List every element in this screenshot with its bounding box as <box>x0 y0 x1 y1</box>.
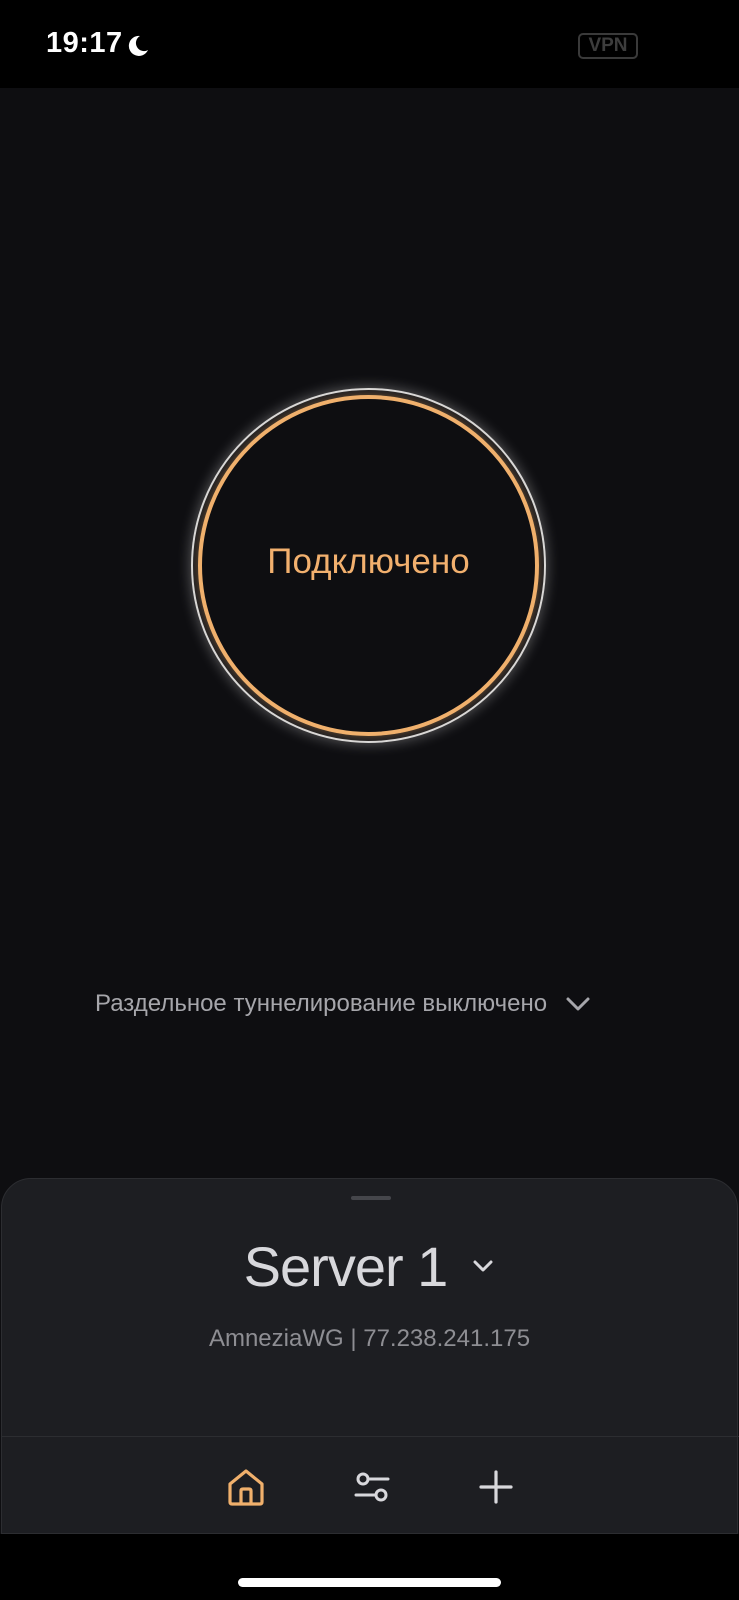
server-selector[interactable]: Server 1 <box>2 1231 737 1301</box>
status-time: 19:17 <box>46 27 123 59</box>
chevron-down-icon <box>566 997 590 1011</box>
split-tunneling-label: Раздельное туннелирование выключено <box>95 990 548 1017</box>
sheet-drag-handle[interactable] <box>351 1196 391 1200</box>
chevron-down-icon <box>473 1260 493 1272</box>
tab-home[interactable] <box>224 1465 268 1509</box>
home-indicator[interactable] <box>238 1578 501 1587</box>
sliders-icon <box>354 1472 390 1502</box>
server-bottom-sheet: Server 1 AmneziaWG | 77.238.241.175 <box>1 1178 739 1534</box>
status-bar: 19:17 VPN <box>0 0 739 88</box>
system-home-bar <box>0 1534 739 1600</box>
split-tunneling-selector[interactable]: Раздельное туннелирование выключено <box>95 984 591 1024</box>
server-name: Server 1 <box>243 1234 449 1298</box>
tab-bar-divider <box>2 1436 739 1437</box>
vpn-status-badge: VPN <box>578 33 638 59</box>
tab-settings[interactable] <box>350 1465 394 1509</box>
tab-add[interactable] <box>474 1465 518 1509</box>
main-screen: Подключено Раздельное туннелирование вык… <box>0 88 739 1182</box>
home-icon <box>228 1469 264 1506</box>
moon-icon <box>128 35 148 56</box>
server-protocol-address: AmneziaWG | 77.238.241.175 <box>208 1325 531 1352</box>
connect-toggle-button[interactable]: Подключено <box>191 388 546 743</box>
connection-status-label: Подключено <box>267 542 470 581</box>
plus-icon <box>479 1470 513 1504</box>
